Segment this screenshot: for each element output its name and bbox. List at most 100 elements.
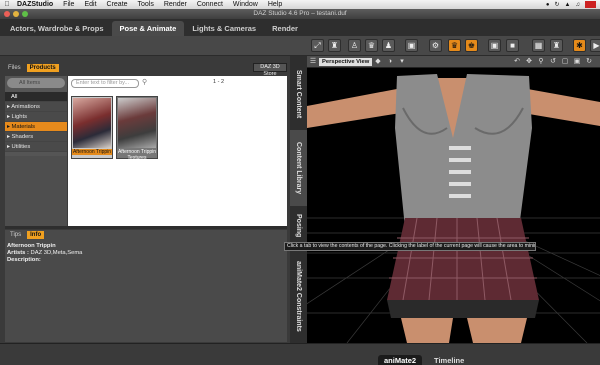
volume-icon[interactable]: ♫: [576, 2, 581, 8]
draw-style-icon[interactable]: ◆: [373, 57, 383, 67]
tab-posing[interactable]: Posing: [290, 208, 307, 244]
tab-content-library[interactable]: Content Library: [290, 130, 307, 206]
info-description: Description:: [7, 257, 41, 263]
search-icon[interactable]: ⚲: [142, 78, 147, 86]
wifi-icon[interactable]: ▲: [565, 2, 571, 8]
skirt-lace: [387, 300, 539, 318]
selected-mode-icon[interactable]: ✱: [573, 39, 586, 52]
info-tabs: Tips Info: [7, 231, 45, 239]
fit-icon[interactable]: ▣: [572, 57, 582, 67]
zoom-icon[interactable]: ⚲: [536, 57, 546, 67]
menu-extras: ● ↻ ▲ ♫: [546, 0, 596, 9]
window-title: DAZ Studio 4.6 Pro – testani.duf: [253, 10, 347, 17]
render-settings-icon[interactable]: ⚙: [429, 39, 442, 52]
tab-animate2[interactable]: aniMate2: [378, 355, 423, 365]
product-tile[interactable]: Afternoon Trippin: [71, 96, 113, 159]
tab-products[interactable]: Products: [26, 63, 59, 72]
refresh-icon[interactable]: ↻: [584, 57, 594, 67]
close-window-icon[interactable]: [4, 11, 10, 17]
filter-input[interactable]: Enter text to filter by...: [71, 79, 139, 88]
tab-pose-animate[interactable]: Pose & Animate: [111, 21, 185, 36]
camera-icon[interactable]: ▣: [405, 39, 418, 52]
spot-render-icon[interactable]: ▣: [488, 39, 501, 52]
menu-render[interactable]: Render: [159, 0, 192, 9]
viewport-3d[interactable]: ☰ Perspective View ◆ ◑ ▾ ↶ ✥ ⚲ ↺ ▢ ▣ ↻: [307, 56, 600, 343]
surface-tool-icon[interactable]: ♟: [382, 39, 395, 52]
shading-icon[interactable]: ◑: [385, 57, 395, 67]
tab-actors-wardrobe-props[interactable]: Actors, Wardrobe & Props: [2, 21, 112, 36]
category-materials[interactable]: ▸ Materials: [5, 122, 67, 132]
perspective-view-dropdown[interactable]: Perspective View: [319, 58, 373, 66]
tooltip: Click a tab to view the contents of the …: [284, 242, 536, 251]
tab-info[interactable]: Info: [27, 231, 45, 239]
product-caption: Afternoon Trippin: [72, 149, 112, 155]
scene-icon[interactable]: ▦: [532, 39, 545, 52]
product-caption: Afternoon Trippin Textures: [117, 149, 157, 161]
room-tabs: Actors, Wardrobe & Props Pose & Animate …: [0, 19, 600, 36]
active-tool-icon[interactable]: ♚: [465, 39, 478, 52]
menu-help[interactable]: Help: [263, 0, 287, 9]
menu-connect[interactable]: Connect: [192, 0, 228, 9]
roll-icon[interactable]: ↺: [548, 57, 558, 67]
menu-file[interactable]: File: [58, 0, 79, 9]
viewport-header: ☰ Perspective View ◆ ◑ ▾ ↶ ✥ ⚲ ↺ ▢ ▣ ↻: [307, 56, 600, 68]
minimize-window-icon[interactable]: [13, 11, 19, 17]
info-panel: Tips Info Afternoon Trippin Artists : DA…: [5, 230, 287, 342]
window-controls: [4, 11, 28, 17]
tab-render[interactable]: Render: [264, 21, 306, 36]
universal-tool-icon[interactable]: ⤢: [311, 39, 324, 52]
frame-icon[interactable]: ▢: [560, 57, 570, 67]
language-flag-icon[interactable]: [585, 1, 596, 8]
figure-left-leg: [401, 318, 453, 343]
tab-lights-cameras[interactable]: Lights & Cameras: [184, 21, 264, 36]
menu-edit[interactable]: Edit: [79, 0, 101, 9]
status-icon[interactable]: ●: [546, 2, 550, 8]
category-dropdown[interactable]: All Items: [7, 78, 65, 88]
tool-bar: ⤢ ♜ ♙ ♛ ♟ ▣ ⚙ ♛ ♚ ▣ ■ ▦ ♜ ✱ ▶: [0, 36, 600, 56]
page-count: 1 - 2: [213, 79, 225, 85]
category-utilities[interactable]: ▸ Utilities: [5, 142, 67, 152]
menu-tools[interactable]: Tools: [133, 0, 159, 9]
figure-left-arm: [307, 88, 407, 128]
panel-splitter[interactable]: [5, 226, 287, 229]
pose-tool-icon[interactable]: ♜: [328, 39, 341, 52]
apple-menu-icon[interactable]: : [2, 1, 12, 8]
highlighted-tool-icon[interactable]: ♛: [448, 39, 461, 52]
product-thumbnail: [73, 98, 111, 148]
menu-window[interactable]: Window: [228, 0, 263, 9]
menu-app[interactable]: DAZStudio: [12, 0, 58, 9]
tab-files[interactable]: Files: [5, 64, 24, 72]
viewport-options-icon[interactable]: ▾: [397, 57, 407, 67]
joint-editor-icon[interactable]: ♜: [550, 39, 563, 52]
figure-tool-icon[interactable]: ♙: [348, 39, 361, 52]
category-lights[interactable]: ▸ Lights: [5, 112, 67, 122]
pan-icon[interactable]: ✥: [524, 57, 534, 67]
more-tools-icon[interactable]: ▶: [590, 39, 600, 52]
tab-smart-content[interactable]: Smart Content: [290, 60, 307, 128]
node-weight-tool-icon[interactable]: ♛: [365, 39, 378, 52]
category-animations[interactable]: ▸ Animations: [5, 102, 67, 112]
category-all[interactable]: All: [5, 92, 67, 102]
product-grid: Enter text to filter by... ⚲ 1 - 2 After…: [68, 76, 287, 226]
tab-tips[interactable]: Tips: [7, 231, 24, 239]
geometry-tool-icon[interactable]: ■: [506, 39, 519, 52]
sync-icon[interactable]: ↻: [555, 1, 560, 8]
orbit-icon[interactable]: ↶: [512, 57, 522, 67]
figure-right-leg: [467, 318, 527, 343]
category-shaders[interactable]: ▸ Shaders: [5, 132, 67, 142]
tab-animate2-constraints[interactable]: aniMate2 Constraints: [290, 252, 307, 340]
side-tab-strip: Smart Content Content Library Posing ani…: [290, 56, 307, 343]
tab-timeline[interactable]: Timeline: [428, 355, 470, 365]
vest: [395, 74, 532, 236]
menu-create[interactable]: Create: [102, 0, 133, 9]
window-title-bar: DAZ Studio 4.6 Pro – testani.duf: [0, 9, 600, 19]
zoom-window-icon[interactable]: [22, 11, 28, 17]
mac-menu-bar:  DAZStudio File Edit Create Tools Rende…: [0, 0, 600, 9]
category-empty-area: [5, 156, 67, 226]
viewport-menu-icon[interactable]: ☰: [308, 57, 318, 67]
category-list: All ▸ Animations ▸ Lights ▸ Materials ▸ …: [5, 92, 67, 152]
product-tile[interactable]: Afternoon Trippin Textures: [116, 96, 158, 161]
content-tabs: Files Products: [5, 62, 287, 73]
daz-store-button[interactable]: DAZ 3D Store: [253, 63, 287, 77]
category-column: All Items All ▸ Animations ▸ Lights ▸ Ma…: [5, 76, 67, 226]
